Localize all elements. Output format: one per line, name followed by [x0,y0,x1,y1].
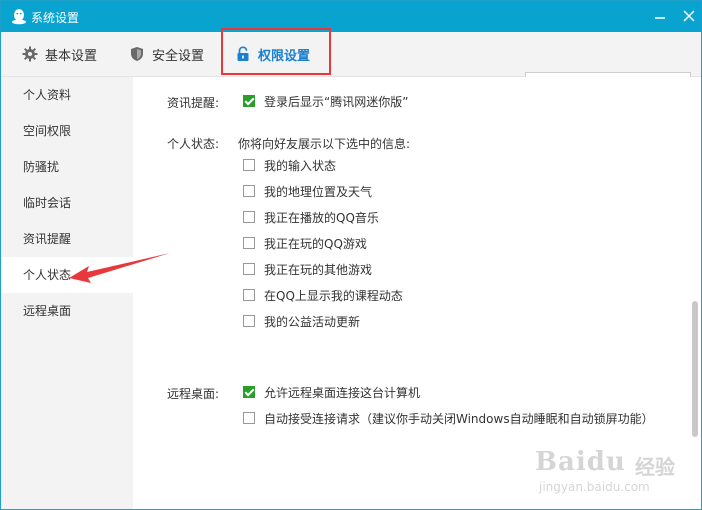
checkbox[interactable] [243,289,255,301]
checkbox[interactable] [243,412,255,424]
sidebar: 个人资料 空间权限 防骚扰 临时会话 资讯提醒 个人状态 远程桌面 [1,77,133,509]
personal-status-label: 个人状态: [167,137,220,151]
scrollbar-track[interactable] [689,77,699,509]
checkbox-row-input-status[interactable]: 我的输入状态 [243,156,336,174]
checkbox[interactable] [243,211,255,223]
checkbox-row-allow-remote[interactable]: 允许远程桌面连接这台计算机 [243,383,420,401]
close-icon[interactable] [678,6,700,26]
checkbox-row-news-mini[interactable]: 登录后显示“腾讯网迷你版” [243,92,408,110]
checkbox[interactable] [243,237,255,249]
tab-basic-settings[interactable]: 基本设置 [22,32,97,76]
checkbox-row-auto-accept[interactable]: 自动接受连接请求（建议你手动关闭Windows自动睡眠和自动锁屏功能） [243,409,654,427]
scrollbar-thumb[interactable] [692,301,698,437]
sidebar-item-personal-status[interactable]: 个人状态 [1,257,133,293]
checkbox-label: 我的公益活动更新 [264,314,361,329]
checkbox[interactable] [243,263,255,275]
checkbox-row-course-activity[interactable]: 在QQ上显示我的课程动态 [243,286,403,304]
settings-content: 资讯提醒: 登录后显示“腾讯网迷你版” 个人状态: 你将向好友展示以下选中的信息… [133,77,701,509]
sidebar-item-profile[interactable]: 个人资料 [1,77,133,113]
watermark-url: jingyan.baidu.com [539,480,650,494]
annotation-highlight-box [221,28,331,75]
news-reminder-label: 资讯提醒: [167,96,220,110]
checkbox-label: 在QQ上显示我的课程动态 [264,288,403,303]
shield-icon [131,47,143,61]
checkbox-label: 我的输入状态 [264,158,337,173]
checkbox-label: 我正在播放的QQ音乐 [264,210,379,225]
checkbox-row-other-game[interactable]: 我正在玩的其他游戏 [243,260,372,278]
tab-label: 安全设置 [152,48,205,64]
checkbox-row-qq-game[interactable]: 我正在玩的QQ游戏 [243,234,367,252]
checkbox-label: 自动接受连接请求（建议你手动关闭Windows自动睡眠和自动锁屏功能） [264,411,654,426]
personal-status-intro: 你将向好友展示以下选中的信息: [238,137,411,151]
checkbox-checked[interactable] [243,95,255,107]
checkbox-label: 我正在玩的其他游戏 [264,262,373,277]
baidu-jingyan-watermark: Baidu 经验 jingyan.baidu.com [535,447,695,507]
tab-bar: 基本设置 安全设置 权限设置 [1,32,701,95]
checkbox-row-charity-update[interactable]: 我的公益活动更新 [243,312,360,330]
remote-desktop-label: 远程桌面: [167,387,220,401]
qq-penguin-icon [12,9,26,25]
window-title: 系统设置 [31,11,80,25]
checkbox-row-location-weather[interactable]: 我的地理位置及天气 [243,182,372,200]
settings-window: 系统设置 基本设置 安全设置 权限设置 搜索设置项 个人资料 空间权限 防骚扰 … [0,0,702,510]
tab-security-settings[interactable]: 安全设置 [129,32,204,76]
checkbox-label: 允许远程桌面连接这台计算机 [264,385,421,400]
checkbox-label: 登录后显示“腾讯网迷你版” [264,94,409,109]
checkbox-row-qq-music[interactable]: 我正在播放的QQ音乐 [243,208,379,226]
checkbox-checked[interactable] [243,386,255,398]
checkbox[interactable] [243,315,255,327]
checkbox[interactable] [243,185,255,197]
watermark-jingyan: 经验 [635,455,675,479]
gear-icon [22,46,38,62]
sidebar-item-temp-chat[interactable]: 临时会话 [1,185,133,221]
minimize-icon[interactable] [649,6,671,26]
sidebar-item-space-permission[interactable]: 空间权限 [1,113,133,149]
tab-label: 基本设置 [45,48,98,64]
checkbox-label: 我正在玩的QQ游戏 [264,236,367,251]
sidebar-item-remote-desktop[interactable]: 远程桌面 [1,293,133,329]
sidebar-item-anti-harassment[interactable]: 防骚扰 [1,149,133,185]
checkbox[interactable] [243,159,255,171]
watermark-brand: Baidu [535,447,626,477]
title-bar[interactable]: 系统设置 [1,1,701,32]
checkbox-label: 我的地理位置及天气 [264,184,373,199]
sidebar-item-news-reminder[interactable]: 资讯提醒 [1,221,133,257]
